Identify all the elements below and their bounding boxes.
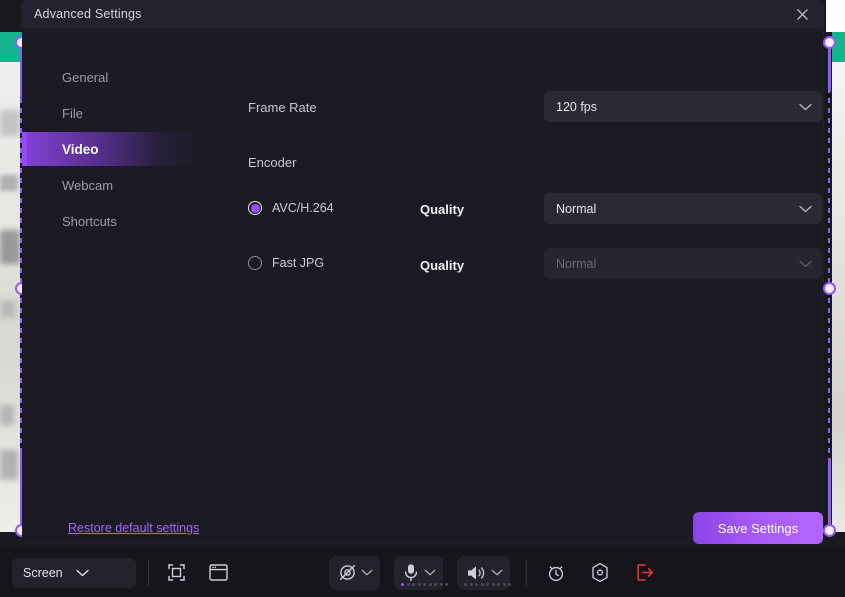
microphone-icon[interactable]	[401, 562, 421, 584]
capture-mode-value: Screen	[23, 565, 63, 580]
sidebar-item-label: Webcam	[62, 177, 114, 193]
chevron-down-icon[interactable]	[424, 569, 436, 576]
chevron-down-icon	[799, 205, 812, 213]
quality-value-avc: Normal	[556, 201, 597, 216]
advanced-settings-dialog: Advanced Settings General File Video Web…	[22, 0, 823, 544]
quality-label-avc: Quality	[420, 202, 464, 217]
dialog-body: General File Video Webcam Shortcuts Fram…	[22, 28, 823, 544]
background-white-strip-right	[826, 0, 845, 32]
sidebar-item-label: File	[62, 105, 83, 121]
alarm-clock-icon[interactable]	[541, 558, 571, 588]
selection-handle-bottom-right[interactable]	[823, 524, 836, 537]
radio-button-fast-jpg[interactable]	[248, 256, 262, 270]
sidebar-item-webcam[interactable]: Webcam	[22, 168, 202, 202]
dialog-titlebar[interactable]: Advanced Settings	[22, 0, 823, 28]
encoder-option-label: AVC/H.264	[272, 201, 334, 215]
save-settings-button[interactable]: Save Settings	[693, 512, 823, 544]
chevron-down-icon[interactable]	[361, 569, 373, 576]
quality-dropdown-fastjpg: Normal	[544, 248, 822, 279]
sidebar-item-shortcuts[interactable]: Shortcuts	[22, 204, 202, 238]
recorder-toolbar: Screen REC	[0, 548, 845, 597]
background-blur-block	[0, 405, 14, 425]
selection-handle-middle-right[interactable]	[823, 282, 836, 295]
speaker-group[interactable]	[457, 555, 511, 590]
quality-label-text: Quality	[420, 202, 465, 217]
background-blur-block	[0, 230, 20, 264]
crop-region-icon[interactable]	[161, 558, 191, 588]
chevron-down-icon	[799, 260, 812, 268]
quality-label-text: Quality	[420, 258, 465, 273]
exit-icon[interactable]	[629, 558, 659, 588]
speaker-level-meter	[464, 582, 511, 586]
encoder-section-label: Encoder	[248, 155, 296, 170]
capture-mode-dropdown[interactable]: Screen	[12, 557, 136, 588]
sidebar-item-label: Video	[62, 141, 99, 157]
close-icon[interactable]	[791, 4, 813, 24]
sidebar-item-label: Shortcuts	[62, 213, 117, 229]
webcam-off-icon[interactable]	[336, 562, 358, 584]
screen-recorder-app: Advanced Settings General File Video Web…	[0, 0, 845, 597]
radio-button-avc-h264[interactable]	[248, 201, 262, 215]
selection-handle-top-right[interactable]	[823, 36, 836, 49]
encoder-label-text: Encoder	[248, 155, 297, 170]
restore-default-settings-link[interactable]: Restore default settings	[68, 521, 199, 535]
frame-rate-label-text: Frame Rate	[248, 100, 317, 115]
quality-label-fastjpg: Quality	[420, 258, 464, 273]
quality-dropdown-avc[interactable]: Normal	[544, 193, 822, 224]
speaker-icon[interactable]	[464, 562, 488, 584]
selection-handle-bar-bottom-right[interactable]	[827, 458, 831, 530]
background-blur-block	[0, 110, 20, 136]
frame-rate-dropdown[interactable]: 120 fps	[544, 91, 822, 122]
window-capture-icon[interactable]	[203, 558, 233, 588]
settings-pane: Frame Rate 120 fps Encoder AVC/H.264 Qua…	[202, 60, 823, 543]
settings-sidebar: General File Video Webcam Shortcuts	[22, 60, 202, 239]
background-blur-block	[0, 175, 18, 191]
background-blur-block	[0, 450, 18, 480]
gear-hexagon-icon[interactable]	[585, 558, 615, 588]
encoder-option-fast-jpg[interactable]: Fast JPG	[248, 256, 324, 270]
background-page-right	[832, 62, 845, 532]
dialog-title: Advanced Settings	[34, 7, 142, 21]
encoder-option-avc-h264[interactable]: AVC/H.264	[248, 201, 334, 215]
frame-rate-value: 120 fps	[556, 99, 598, 114]
toolbar-divider	[148, 559, 149, 586]
sidebar-item-file[interactable]: File	[22, 96, 202, 130]
sidebar-item-label: General	[62, 69, 109, 85]
microphone-level-meter	[401, 582, 448, 586]
encoder-option-label: Fast JPG	[272, 256, 325, 270]
background-blur-block	[0, 300, 16, 318]
sidebar-item-general[interactable]: General	[22, 60, 202, 94]
frame-rate-label: Frame Rate	[248, 100, 317, 115]
webcam-toggle-group[interactable]	[329, 555, 380, 590]
toolbar-divider	[526, 559, 527, 586]
chevron-down-icon	[75, 569, 129, 577]
sidebar-item-video[interactable]: Video	[22, 132, 202, 166]
microphone-group[interactable]	[394, 555, 448, 590]
chevron-down-icon	[799, 103, 812, 111]
chevron-down-icon[interactable]	[491, 569, 503, 576]
quality-value-fastjpg: Normal	[556, 256, 597, 271]
